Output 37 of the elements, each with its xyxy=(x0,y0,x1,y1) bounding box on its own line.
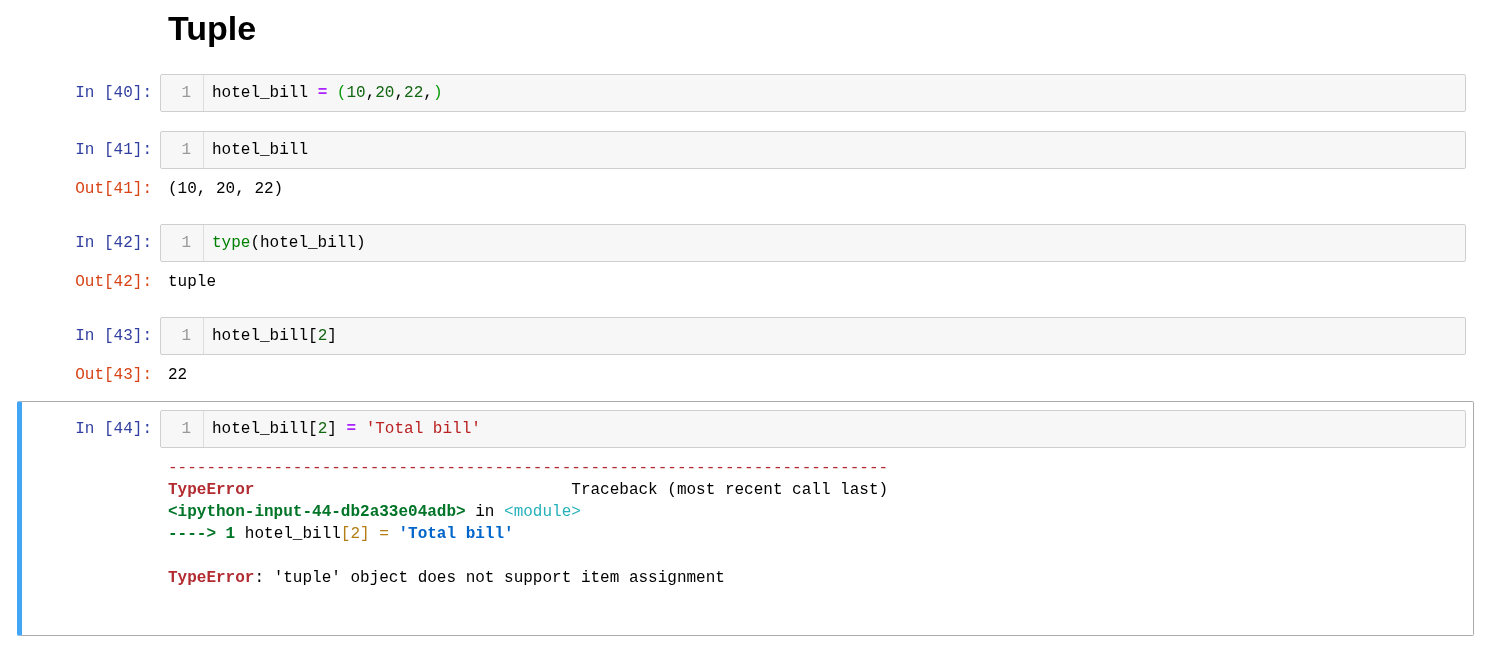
output-prompt: Out[41]: xyxy=(74,178,153,200)
input-prompt: In [42]: xyxy=(74,232,153,254)
code-line: hotel_bill xyxy=(211,139,308,161)
input-prompt: In [43]: xyxy=(74,325,153,347)
code-editor[interactable]: 1 hotel_bill[2] xyxy=(160,316,1466,355)
line-number: 1 xyxy=(161,224,204,261)
output-text: 22 xyxy=(167,364,188,386)
output-text: tuple xyxy=(167,271,216,293)
notebook-cell[interactable] xyxy=(17,400,1474,636)
line-number: 1 xyxy=(161,317,204,354)
code-line: hotel_bill[2] xyxy=(211,325,337,347)
notebook-cell[interactable]: In [42]: 1 type(hotel_bill) Out[42]: tuple xyxy=(17,214,1474,307)
code-editor[interactable]: 1 hotel_bill xyxy=(160,130,1466,169)
line-number: 1 xyxy=(161,131,204,168)
input-prompt: In [40]: xyxy=(74,82,153,104)
traceback-line: TypeError Traceback (most recent call last) xyxy=(168,479,889,501)
code-line: hotel_bill[2] = 'Total bill' xyxy=(211,418,481,440)
code-editor[interactable]: 1 type(hotel_bill) xyxy=(160,223,1466,262)
traceback-line: TypeError: 'tuple' object does not support item assignment xyxy=(168,567,725,589)
output-text: (10, 20, 22) xyxy=(167,178,284,200)
traceback-line: <ipython-input-44-db2a33e04adb> in <module> xyxy=(168,501,581,523)
line-number: 1 xyxy=(161,410,204,447)
notebook-heading: Tuple xyxy=(168,8,258,49)
traceback-line: --------------------------------------------------------------------------- xyxy=(168,457,889,479)
code-line: type(hotel_bill) xyxy=(211,232,366,254)
traceback-line: ----> 1 hotel_bill[2] = 'Total bill' xyxy=(168,523,514,545)
output-prompt: Out[43]: xyxy=(74,364,153,386)
notebook-cell[interactable]: In [43]: 1 hotel_bill[2] Out[43]: 22 xyxy=(17,307,1474,400)
input-prompt: In [41]: xyxy=(74,139,153,161)
line-number: 1 xyxy=(161,74,204,111)
code-editor[interactable]: 1 hotel_bill[2] = 'Total bill' xyxy=(160,409,1466,448)
output-prompt: Out[42]: xyxy=(74,271,153,293)
notebook-cell[interactable]: In [41]: 1 hotel_bill Out[41]: (10, 20, 22) xyxy=(17,121,1474,214)
code-line: hotel_bill = (10,20,22,) xyxy=(211,82,443,104)
code-editor[interactable]: 1 hotel_bill = (10,20,22,) xyxy=(160,73,1466,112)
input-prompt: In [44]: xyxy=(74,418,153,440)
notebook-cell[interactable]: In [40]: 1 hotel_bill = (10,20,22,) xyxy=(17,64,1474,121)
